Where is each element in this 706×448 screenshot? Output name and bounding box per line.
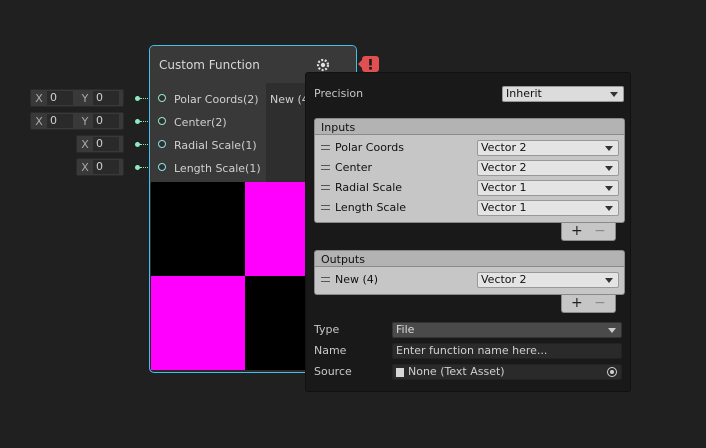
precision-dropdown[interactable]: Inherit (502, 86, 624, 102)
remove-input-button[interactable]: − (594, 223, 606, 240)
center-x-field[interactable]: 0 (47, 114, 73, 128)
center-port[interactable] (158, 117, 166, 125)
input-type-dropdown[interactable]: Vector 2 (477, 160, 619, 176)
outputs-list-body: New (4) Vector 2 (314, 267, 625, 295)
warning-icon[interactable] (358, 55, 380, 73)
drag-handle-icon[interactable] (321, 165, 330, 170)
type-dropdown[interactable]: File (392, 322, 622, 338)
radial-scale-port-label: Radial Scale(1) (174, 139, 257, 152)
name-label: Name (314, 344, 347, 357)
list-item[interactable]: Length Scale Vector 1 (315, 198, 624, 218)
polar-coords-port[interactable] (158, 94, 166, 102)
outputs-add-remove: + − (561, 295, 616, 313)
node-settings-popup: Precision Inherit Inputs Polar Coords Ve… (305, 72, 631, 392)
length-scale-input-field: X 0 (76, 158, 124, 176)
drag-handle-icon[interactable] (321, 205, 330, 210)
remove-output-button[interactable]: − (594, 295, 606, 312)
precision-label: Precision (314, 87, 364, 100)
radial-scale-x-field[interactable]: 0 (93, 137, 119, 151)
chevron-down-icon (605, 278, 613, 283)
drag-handle-icon[interactable] (321, 277, 330, 282)
length-scale-port[interactable] (158, 163, 166, 171)
radial-scale-input-field: X 0 (76, 135, 124, 153)
outputs-list-header: Outputs (314, 250, 625, 267)
chevron-down-icon (608, 328, 616, 333)
outputs-list: Outputs New (4) Vector 2 (314, 250, 625, 295)
chevron-down-icon (610, 92, 618, 97)
chevron-down-icon (605, 186, 613, 191)
inputs-list: Inputs Polar Coords Vector 2 Center Vect… (314, 118, 625, 223)
list-item[interactable]: Polar Coords Vector 2 (315, 138, 624, 158)
chevron-down-icon (605, 166, 613, 171)
output-type-dropdown[interactable]: Vector 2 (477, 272, 619, 288)
polar-coords-x-field[interactable]: 0 (47, 91, 73, 105)
radial-scale-port[interactable] (158, 140, 166, 148)
object-picker-icon[interactable] (607, 367, 617, 377)
polar-coords-port-label: Polar Coords(2) (174, 93, 259, 106)
inputs-list-header: Inputs (314, 118, 625, 135)
input-type-dropdown[interactable]: Vector 1 (477, 180, 619, 196)
center-port-label: Center(2) (174, 116, 227, 129)
input-type-dropdown[interactable]: Vector 2 (477, 140, 619, 156)
add-input-button[interactable]: + (571, 223, 583, 240)
polar-coords-input-fields: X 0 Y 0 (30, 89, 124, 107)
polar-coords-y-field[interactable]: 0 (93, 91, 119, 105)
length-scale-port-label: Length Scale(1) (174, 162, 261, 175)
function-name-field[interactable]: Enter function name here... (392, 343, 622, 359)
chevron-down-icon (605, 146, 613, 151)
type-label: Type (314, 323, 340, 336)
list-item[interactable]: Center Vector 2 (315, 158, 624, 178)
node-input-ports: Polar Coords(2) Center(2) Radial Scale(1… (150, 83, 266, 183)
gear-icon[interactable] (316, 58, 330, 72)
drag-handle-icon[interactable] (321, 185, 330, 190)
drag-handle-icon[interactable] (321, 145, 330, 150)
inputs-list-body: Polar Coords Vector 2 Center Vector 2 Ra… (314, 135, 625, 223)
preview-cell (151, 182, 245, 276)
list-item[interactable]: Radial Scale Vector 1 (315, 178, 624, 198)
source-object-field[interactable]: None (Text Asset) (392, 364, 622, 380)
center-input-fields: X 0 Y 0 (30, 112, 124, 130)
list-item[interactable]: New (4) Vector 2 (315, 270, 624, 290)
length-scale-x-field[interactable]: 0 (93, 160, 119, 174)
add-output-button[interactable]: + (571, 295, 583, 312)
center-y-field[interactable]: 0 (93, 114, 119, 128)
preview-cell (151, 276, 245, 370)
input-type-dropdown[interactable]: Vector 1 (477, 200, 619, 216)
chevron-down-icon (605, 206, 613, 211)
text-asset-icon (396, 368, 404, 377)
source-label: Source (314, 365, 352, 378)
inputs-add-remove: + − (561, 223, 616, 241)
